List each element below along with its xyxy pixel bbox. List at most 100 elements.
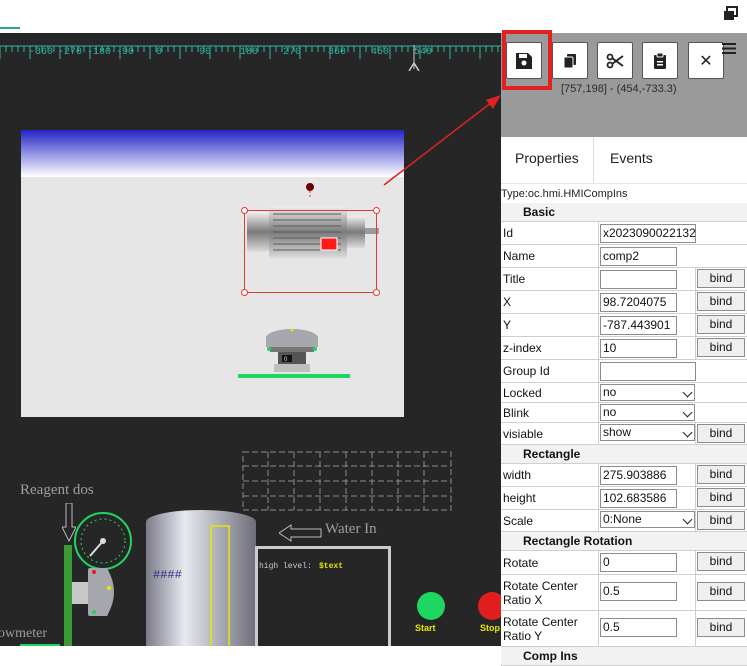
ruler-label: 540 — [414, 47, 433, 58]
pipe-vertical — [64, 545, 72, 646]
x-field[interactable]: 98.7204075 — [600, 293, 677, 312]
prop-row-visiable: visiable show bind — [501, 423, 747, 445]
locked-select[interactable]: no — [600, 384, 695, 401]
prop-label: Id — [501, 222, 599, 244]
rotate-field[interactable]: 0 — [600, 553, 677, 572]
prop-row-group-id: Group Id — [501, 360, 747, 383]
bind-button[interactable]: bind — [697, 552, 745, 571]
ruler-label: 270 — [283, 47, 302, 58]
group-id-field[interactable] — [600, 362, 696, 381]
close-icon: ✕ — [699, 52, 713, 70]
panel-toolbar: ✕ [757,198] - (454,-733.3) — [501, 30, 747, 137]
paste-icon — [654, 52, 666, 69]
bind-button[interactable]: bind — [697, 488, 745, 507]
stop-label: Stop — [480, 623, 500, 633]
prop-row-center-y: Rotate Center Ratio Y 0.5 bind — [501, 611, 747, 647]
prop-label: Rotate Center Ratio Y — [501, 611, 599, 646]
tank-text: #### — [153, 568, 182, 582]
top-bar — [0, 0, 747, 33]
gauge-icon — [74, 512, 132, 570]
prop-label: Y — [501, 314, 599, 336]
prop-label: Rotate Center Ratio X — [501, 575, 599, 610]
pump-component[interactable]: 0 — [236, 320, 366, 380]
bind-button[interactable]: bind — [697, 582, 745, 601]
scale-select[interactable]: 0:None — [600, 511, 695, 528]
name-field[interactable]: comp2 — [600, 247, 677, 266]
restore-window-icon[interactable] — [722, 5, 740, 23]
resize-handle[interactable] — [241, 207, 248, 214]
tab-properties[interactable]: Properties — [501, 137, 594, 183]
prop-label: Blink — [501, 403, 599, 422]
flowmeter-label: owmeter — [0, 626, 47, 641]
bind-button[interactable]: bind — [697, 292, 745, 311]
bind-button[interactable]: bind — [697, 338, 745, 357]
section-rectangle: Rectangle — [501, 445, 747, 464]
prop-label: visiable — [501, 423, 599, 444]
label-line: Rotate Center — [503, 578, 578, 593]
properties-panel: ✕ [757,198] - (454,-733.3) Properties Ev… — [501, 30, 747, 666]
bind-button[interactable]: bind — [697, 465, 745, 484]
delete-button[interactable]: ✕ — [688, 42, 724, 79]
blink-select[interactable]: no — [600, 404, 695, 421]
start-label: Start — [415, 623, 436, 633]
bind-button[interactable]: bind — [697, 315, 745, 334]
save-highlight-box — [502, 30, 552, 90]
height-field[interactable]: 102.683586 — [600, 489, 677, 508]
prop-row-center-x: Rotate Center Ratio X 0.5 bind — [501, 575, 747, 611]
id-field[interactable]: x2023090022132 — [600, 224, 696, 243]
width-field[interactable]: 275.903886 — [600, 466, 677, 485]
prop-row-y: Y -787.443901 bind — [501, 314, 747, 337]
prop-row-height: height 102.683586 bind — [501, 487, 747, 510]
visiable-select[interactable]: show — [600, 424, 695, 441]
zindex-field[interactable]: 10 — [600, 339, 677, 358]
tab-events[interactable]: Events — [596, 137, 667, 183]
select-value: no — [603, 405, 617, 419]
paste-button[interactable] — [642, 42, 678, 79]
select-value: show — [603, 425, 632, 439]
prop-row-width: width 275.903886 bind — [501, 464, 747, 487]
bind-button[interactable]: bind — [697, 618, 745, 637]
prop-row-scale: Scale 0:None bind — [501, 510, 747, 532]
resize-handle[interactable] — [241, 289, 248, 296]
bind-button[interactable]: bind — [697, 511, 745, 530]
grid-mesh — [242, 451, 452, 511]
bind-button[interactable]: bind — [697, 424, 745, 443]
stop-button[interactable] — [478, 592, 501, 620]
center-x-field[interactable]: 0.5 — [600, 582, 677, 601]
horizontal-ruler: -360 -270 -180 -90 0 90 180 270 360 450 … — [0, 33, 501, 71]
prop-row-locked: Locked no — [501, 383, 747, 403]
prop-row-blink: Blink no — [501, 403, 747, 423]
start-button[interactable] — [417, 592, 445, 620]
high-level-value: $text — [319, 562, 344, 571]
label-line: Rotate Center — [503, 614, 578, 629]
section-comp-ins: Comp Ins — [501, 647, 747, 666]
menu-icon[interactable] — [722, 43, 736, 54]
valve-icon — [72, 568, 114, 616]
bind-button[interactable]: bind — [697, 269, 745, 288]
prop-label: Name — [501, 245, 599, 267]
coords-readout: [757,198] - (454,-733.3) — [561, 83, 677, 95]
type-line: Type:oc.hmi.HMICompIns — [501, 188, 628, 200]
prop-label: Scale — [501, 510, 599, 531]
cut-button[interactable] — [597, 42, 633, 79]
chevron-down-icon — [682, 387, 693, 398]
section-rectangle-rotation: Rectangle Rotation — [501, 532, 747, 551]
resize-handle[interactable] — [373, 289, 380, 296]
left-arrow-icon — [279, 524, 322, 542]
resize-handle[interactable] — [373, 207, 380, 214]
title-field[interactable] — [600, 270, 677, 289]
prop-label: X — [501, 291, 599, 313]
copy-button[interactable] — [552, 42, 588, 79]
prop-row-rotate: Rotate 0 bind — [501, 551, 747, 575]
chevron-down-icon — [682, 407, 693, 418]
selection-box[interactable] — [241, 207, 380, 296]
prop-label: width — [501, 464, 599, 486]
label-line: Ratio X — [503, 592, 543, 607]
editor-canvas[interactable]: -360 -270 -180 -90 0 90 180 270 360 450 … — [0, 33, 501, 646]
ruler-label: 450 — [371, 47, 390, 58]
y-field[interactable]: -787.443901 — [600, 316, 677, 335]
high-level-label: high level: — [259, 562, 312, 571]
center-y-field[interactable]: 0.5 — [600, 618, 677, 637]
tank-component: #### — [146, 510, 256, 646]
ruler-label: 0 — [156, 47, 163, 58]
